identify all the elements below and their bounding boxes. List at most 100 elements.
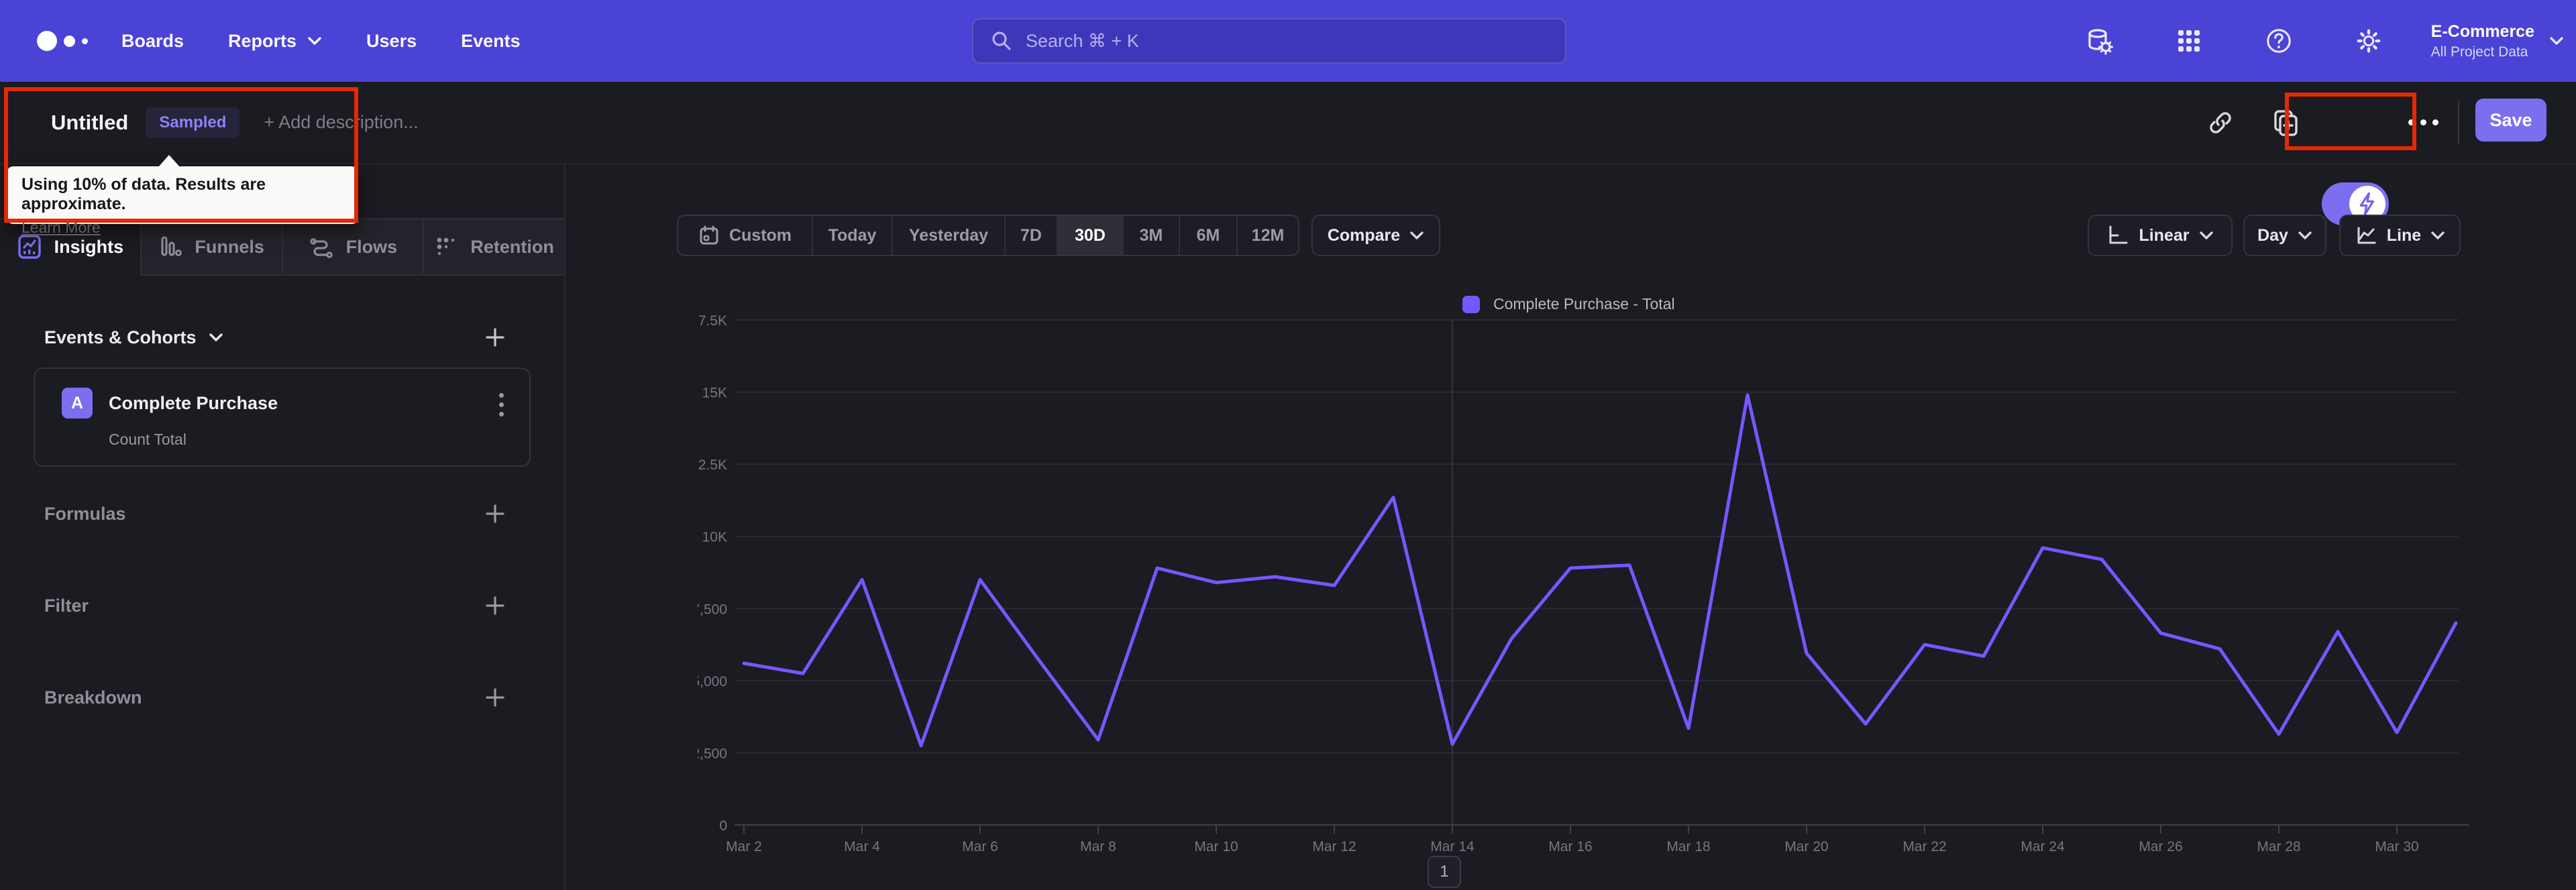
svg-text:5,000: 5,000 [698, 674, 727, 689]
range-6m[interactable]: 6M [1179, 216, 1236, 255]
svg-text:Mar 28: Mar 28 [2257, 839, 2300, 854]
add-event-button[interactable] [484, 326, 506, 349]
svg-text:Mar 26: Mar 26 [2139, 839, 2182, 854]
add-formula-button[interactable] [484, 502, 506, 525]
range-7d[interactable]: 7D [1004, 216, 1057, 255]
line-chart-icon [2357, 227, 2376, 244]
add-filter-button[interactable] [484, 594, 506, 617]
save-button[interactable]: Save [2475, 99, 2546, 142]
linear-axis-icon [2109, 225, 2128, 244]
event-card[interactable]: A Complete Purchase Count Total [34, 368, 531, 467]
range-12m[interactable]: 12M [1236, 216, 1298, 255]
svg-text:Mar 10: Mar 10 [1194, 839, 1238, 854]
chevron-down-icon [1410, 231, 1424, 239]
svg-text:Mar 14: Mar 14 [1430, 839, 1474, 854]
chevron-down-icon [308, 37, 321, 45]
nav-item-boards[interactable]: Boards [121, 31, 184, 52]
svg-text:Mar 18: Mar 18 [1666, 839, 1710, 854]
tab-label: Retention [470, 236, 554, 257]
svg-text:Mar 12: Mar 12 [1312, 839, 1356, 854]
flows-icon [309, 238, 333, 258]
svg-text:10K: 10K [702, 530, 727, 545]
sampled-badge[interactable]: Sampled [146, 107, 240, 138]
nav-right-cluster: E-Commerce All Project Data [2085, 0, 2564, 82]
svg-text:Mar 30: Mar 30 [2375, 839, 2418, 854]
filter-label: Filter [44, 595, 89, 616]
nav-item-reports[interactable]: Reports [228, 31, 322, 52]
svg-text:0: 0 [719, 818, 727, 834]
data-management-icon[interactable] [2085, 27, 2113, 55]
chevron-down-icon [2550, 37, 2563, 45]
formulas-section: Formulas [0, 496, 564, 531]
range-30d[interactable]: 30D [1057, 216, 1122, 255]
funnels-icon [161, 236, 182, 256]
search-icon [992, 32, 1011, 50]
svg-text:Mar 24: Mar 24 [2021, 839, 2065, 854]
svg-text:7,500: 7,500 [698, 602, 727, 617]
project-switcher[interactable]: E-Commerce All Project Data [2431, 22, 2564, 60]
report-builder-sidebar: Insights Funnels Flows Retention Events … [0, 164, 566, 890]
copy-to-board-icon[interactable] [2265, 82, 2306, 163]
mixpanel-logo-icon[interactable] [37, 31, 104, 51]
settings-gear-icon[interactable] [2355, 27, 2383, 55]
svg-text:2,500: 2,500 [698, 746, 727, 761]
range-3m[interactable]: 3M [1122, 216, 1179, 255]
chart-type-dropdown[interactable]: Line [2339, 215, 2461, 256]
top-nav: Boards Reports Users Events Search ⌘ + K [0, 0, 2576, 82]
event-options-button[interactable] [496, 390, 506, 419]
tooltip-message: Using 10% of data. Results are approxima… [21, 175, 266, 213]
line-chart-canvas[interactable]: 17.5K 15K 12.5K 10K 7,500 5,000 2,500 0 Mar 2 Mar… [698, 309, 2496, 890]
filter-section: Filter [0, 588, 564, 623]
range-yesterday[interactable]: Yesterday [892, 216, 1004, 255]
tab-label: Insights [54, 236, 124, 257]
event-series-chip: A [62, 388, 93, 419]
events-cohorts-title[interactable]: Events & Cohorts [44, 327, 223, 348]
report-header-bar: Untitled Sampled + Add description... Sa… [0, 82, 2576, 225]
svg-text:Mar 2: Mar 2 [726, 839, 762, 854]
compare-dropdown[interactable]: Compare [1311, 215, 1440, 256]
add-description-field[interactable]: + Add description... [264, 112, 418, 133]
search-placeholder: Search ⌘ + K [1026, 30, 1139, 51]
header-divider [2458, 101, 2459, 145]
breakdown-section: Breakdown [0, 680, 564, 715]
search-input[interactable]: Search ⌘ + K [972, 18, 1566, 64]
add-breakdown-button[interactable] [484, 686, 506, 709]
svg-text:Mar 22: Mar 22 [1902, 839, 1946, 854]
report-title[interactable]: Untitled [51, 111, 128, 135]
nav-item-users[interactable]: Users [366, 31, 417, 52]
svg-text:Mar 4: Mar 4 [844, 839, 880, 854]
project-name: E-Commerce [2430, 21, 2534, 41]
copy-link-icon[interactable] [2200, 82, 2241, 163]
event-name[interactable]: Complete Purchase [109, 393, 278, 414]
insights-icon [17, 235, 41, 259]
learn-more-link[interactable]: Learn More [21, 219, 101, 237]
page-indicator[interactable]: 1 [1428, 856, 1461, 888]
apps-grid-icon[interactable] [2175, 27, 2203, 55]
nav-item-events[interactable]: Events [461, 31, 521, 52]
nav-links: Boards Reports Users Events [121, 31, 521, 52]
app-window: Boards Reports Users Events Search ⌘ + K [0, 0, 2576, 890]
retention-icon [437, 237, 455, 256]
scale-dropdown[interactable]: Linear [2088, 215, 2233, 256]
tooltip-arrow [158, 155, 180, 167]
formulas-label: Formulas [44, 503, 126, 524]
date-range-selector: Custom Today Yesterday 7D 30D 3M 6M 12M [677, 215, 1299, 256]
more-options-button[interactable] [2408, 82, 2438, 163]
event-metric[interactable]: Count Total [109, 431, 186, 449]
tab-retention[interactable]: Retention [423, 219, 564, 276]
events-cohorts-header: Events & Cohorts [0, 320, 564, 355]
calendar-icon [700, 225, 718, 245]
project-scope: All Project Data [2430, 44, 2528, 60]
chevron-down-icon [2199, 231, 2213, 239]
range-custom[interactable]: Custom [678, 216, 812, 255]
svg-text:Mar 16: Mar 16 [1548, 839, 1592, 854]
svg-text:12.5K: 12.5K [698, 457, 727, 473]
svg-text:15K: 15K [702, 386, 727, 401]
granularity-dropdown[interactable]: Day [2243, 215, 2326, 256]
breakdown-label: Breakdown [44, 687, 142, 708]
sampling-tooltip: Using 10% of data. Results are approxima… [7, 166, 358, 236]
help-icon[interactable] [2265, 27, 2293, 55]
svg-text:Mar 8: Mar 8 [1080, 839, 1116, 854]
range-today[interactable]: Today [812, 216, 892, 255]
chevron-down-icon [2298, 231, 2312, 239]
